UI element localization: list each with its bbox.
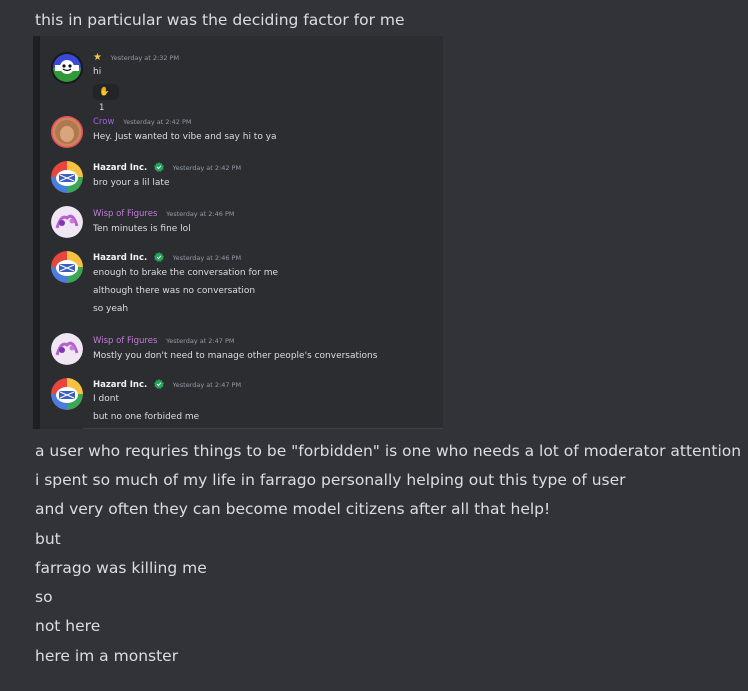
message-text: although there was no conversation bbox=[93, 286, 256, 296]
verified-badge-icon bbox=[153, 162, 164, 172]
timestamp: Yesterday at 2:46 PM bbox=[172, 254, 242, 262]
message-text: this in particular was the deciding fact… bbox=[35, 11, 405, 29]
message-header: Wisp of Figures Yesterday at 2:46 PM bbox=[93, 208, 235, 220]
timestamp: Yesterday at 2:32 PM bbox=[110, 54, 180, 62]
message-text: Ten minutes is fine lol bbox=[93, 224, 191, 234]
username[interactable]: Hazard Inc. bbox=[93, 380, 147, 390]
timestamp: Yesterday at 2:47 PM bbox=[166, 337, 235, 345]
avatar[interactable] bbox=[51, 333, 83, 365]
message-text: Hey. Just wanted to vibe and say hi to y… bbox=[93, 132, 277, 142]
message-header: Hazard Inc. Yesterday at 2:46 PM bbox=[93, 252, 241, 264]
timestamp: Yesterday at 2:47 PM bbox=[172, 381, 242, 389]
username[interactable]: Wisp of Figures bbox=[93, 336, 157, 346]
timestamp: Yesterday at 2:42 PM bbox=[123, 118, 192, 126]
message-text: but bbox=[35, 530, 61, 548]
username[interactable]: Hazard Inc. bbox=[93, 253, 147, 263]
embedded-image[interactable]: ★ Yesterday at 2:32 PM hi ✋1 Crow Yester… bbox=[33, 36, 443, 429]
scrollbar[interactable] bbox=[33, 36, 40, 429]
message-text: a user who requries things to be "forbid… bbox=[35, 442, 742, 460]
message-text: not here bbox=[35, 617, 101, 635]
message-header: ★ Yesterday at 2:32 PM bbox=[93, 52, 179, 64]
avatar[interactable] bbox=[51, 52, 83, 84]
timestamp: Yesterday at 2:46 PM bbox=[166, 210, 235, 218]
message-text: I dont bbox=[93, 394, 119, 404]
timestamp: Yesterday at 2:42 PM bbox=[172, 164, 242, 172]
message-text: but no one forbided me bbox=[93, 412, 200, 422]
message-text: enough to brake the conversation for me bbox=[93, 268, 279, 278]
avatar[interactable] bbox=[51, 116, 83, 148]
verified-badge-icon bbox=[153, 379, 164, 389]
username[interactable]: Crow bbox=[93, 117, 114, 127]
avatar[interactable] bbox=[51, 251, 83, 283]
message-text: Mostly you don't need to manage other pe… bbox=[93, 351, 378, 361]
username[interactable]: Hazard Inc. bbox=[93, 163, 147, 173]
avatar[interactable] bbox=[51, 378, 83, 410]
message-header: Crow Yesterday at 2:42 PM bbox=[93, 116, 192, 128]
star-icon: ★ bbox=[93, 52, 102, 63]
message-text: here im a monster bbox=[35, 647, 179, 665]
verified-badge-icon bbox=[153, 252, 164, 262]
message-header: Hazard Inc. Yesterday at 2:42 PM bbox=[93, 162, 241, 174]
message-header: Wisp of Figures Yesterday at 2:47 PM bbox=[93, 335, 235, 347]
divider bbox=[83, 428, 443, 429]
avatar[interactable] bbox=[51, 206, 83, 238]
reaction-button[interactable]: ✋1 bbox=[93, 84, 119, 113]
message-text: bro your a lil late bbox=[93, 178, 170, 188]
message-text: so bbox=[35, 588, 53, 606]
message-text: so yeah bbox=[93, 304, 129, 314]
message-text: hi bbox=[93, 67, 102, 77]
reaction-count: 1 bbox=[99, 103, 105, 113]
avatar[interactable] bbox=[51, 161, 83, 193]
message-text: i spent so much of my life in farrago pe… bbox=[35, 471, 626, 489]
message-header: Hazard Inc. Yesterday at 2:47 PM bbox=[93, 379, 241, 391]
username[interactable]: Wisp of Figures bbox=[93, 209, 157, 219]
message-text: farrago was killing me bbox=[35, 559, 207, 577]
wave-icon: ✋ bbox=[99, 87, 110, 97]
message-text: and very often they can become model cit… bbox=[35, 500, 551, 518]
